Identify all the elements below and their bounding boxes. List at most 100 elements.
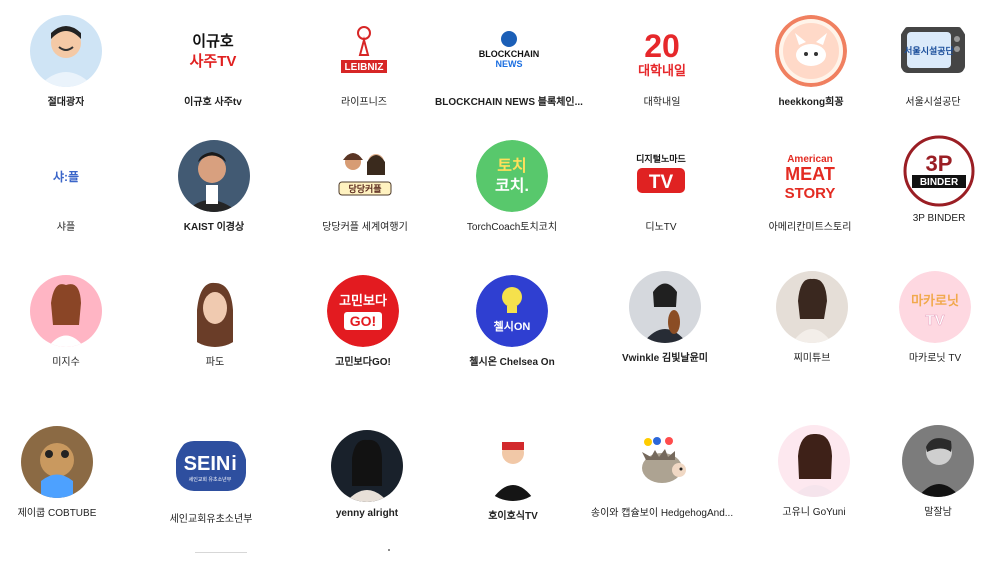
channel-avatar[interactable] [21, 426, 93, 498]
channel-avatar[interactable] [626, 426, 698, 498]
dot-mark [388, 549, 390, 551]
channel-avatar[interactable] [331, 430, 403, 502]
channel-card[interactable]: 첼시ON 첼시온 Chelsea On [437, 275, 587, 368]
channel-avatar[interactable]: 고민보다 GO! [327, 275, 399, 347]
channel-name[interactable]: yenny alright [336, 508, 398, 519]
channel-card[interactable]: 서울시설공단 서울시설공단 [858, 15, 1000, 108]
channel-name[interactable]: 제이쿱 COBTUBE [18, 504, 97, 519]
svg-text:마카로닛: 마카로닛 [911, 293, 959, 308]
logo-icon: 고민보다 GO! [327, 275, 399, 347]
svg-text:코치.: 코치. [495, 177, 529, 195]
channel-name[interactable]: 미지수 [52, 353, 80, 368]
channel-card[interactable]: 토치 코치. TorchCoach토치코치 [437, 140, 587, 233]
channel-name[interactable]: 찌미튜브 [794, 349, 831, 364]
channel-avatar[interactable] [776, 271, 848, 343]
channel-avatar[interactable]: 첼시ON [476, 275, 548, 347]
channel-avatar[interactable]: 당당커플 [329, 140, 401, 212]
channel-name[interactable]: TorchCoach토치코치 [467, 218, 557, 233]
channel-avatar[interactable] [629, 271, 701, 343]
channel-card[interactable]: 말잘남 [863, 425, 1000, 518]
channel-card[interactable]: 샤:플 샤플 [0, 140, 141, 233]
channel-name[interactable]: BLOCKCHAIN NEWS 블록체인... [435, 93, 583, 108]
channel-card[interactable]: 당당커플 당당커플 세계여행기 [290, 140, 440, 233]
channel-name[interactable]: 호이호식TV [488, 507, 538, 522]
channel-avatar[interactable]: 토치 코치. [476, 140, 548, 212]
channel-avatar[interactable]: 디지털노마드 TV [625, 140, 697, 212]
channel-card[interactable]: 파도 [140, 275, 290, 368]
channel-name[interactable]: KAIST 이경상 [184, 218, 244, 233]
channel-card[interactable]: BLOCKCHAIN NEWS BLOCKCHAIN NEWS 블록체인... [434, 15, 584, 108]
channel-avatar[interactable]: American MEAT STORY [774, 140, 846, 212]
svg-text:GO!: GO! [350, 313, 376, 329]
channel-name[interactable]: 3P BINDER [913, 213, 966, 224]
svg-text:STORY: STORY [785, 185, 836, 202]
channel-name[interactable]: 대학내일 [644, 93, 681, 108]
channel-name[interactable]: 말잘남 [924, 503, 952, 518]
person-icon [629, 271, 701, 343]
channel-card[interactable]: 디지털노마드 TV 디노TV [586, 140, 736, 233]
person-icon [30, 275, 102, 347]
channel-avatar[interactable] [775, 15, 847, 87]
channel-name[interactable]: 아메리칸미트스토리 [769, 218, 852, 233]
channel-avatar[interactable]: 20 대학내일 [626, 15, 698, 87]
channel-avatar[interactable] [179, 275, 251, 347]
channel-avatar[interactable] [30, 15, 102, 87]
hedgehog-icon [626, 426, 698, 498]
channel-name[interactable]: 디노TV [645, 218, 676, 233]
channel-card[interactable]: 20 대학내일 대학내일 [587, 15, 737, 108]
channel-avatar[interactable]: LEIBNIZ [328, 15, 400, 87]
channel-card[interactable]: 미지수 [0, 275, 141, 368]
channel-card[interactable]: 절대광자 [0, 15, 141, 108]
channel-avatar[interactable]: 3P BINDER [903, 135, 975, 207]
svg-text:BINDER: BINDER [920, 177, 959, 188]
channel-name[interactable]: 당당커플 세계여행기 [322, 218, 408, 233]
channel-card[interactable]: Vwinkle 김빛날윤미 [590, 271, 740, 364]
channel-card[interactable]: American MEAT STORY 아메리칸미트스토리 [735, 140, 885, 233]
channel-name[interactable]: 송이와 캡슐보이 HedgehogAnd... [591, 504, 733, 519]
channel-card[interactable]: 마카로닛 TV 마카로닛 TV [860, 271, 1000, 364]
channel-card[interactable]: 3P BINDER 3P BINDER [864, 135, 1000, 224]
svg-text:대학내일: 대학내일 [638, 63, 686, 78]
channel-card[interactable]: KAIST 이경상 [139, 140, 289, 233]
person-icon [21, 426, 93, 498]
channel-name[interactable]: 라이프니즈 [341, 93, 387, 108]
channel-avatar[interactable]: SEIN i 세인교회 유초소년부 [175, 432, 247, 504]
channel-name[interactable]: 첼시온 Chelsea On [469, 353, 554, 368]
channel-card[interactable]: 이규호 사주TV 이규호 사주tv [138, 15, 288, 108]
person-icon: 호이호식 [477, 429, 549, 501]
channel-avatar[interactable]: 샤:플 [30, 140, 102, 212]
channel-name[interactable]: 마카로닛 TV [909, 349, 961, 364]
person-icon [902, 425, 974, 497]
channel-name[interactable]: 고유니 GoYuni [782, 503, 845, 518]
channel-name[interactable]: 세인교회유초소년부 [170, 510, 253, 525]
channel-avatar[interactable]: 마카로닛 TV [899, 271, 971, 343]
channel-card[interactable]: 호이호식 호이호식TV [438, 429, 588, 522]
channel-avatar[interactable] [178, 140, 250, 212]
logo-icon: 3P BINDER [903, 135, 975, 207]
channel-card[interactable]: LEIBNIZ 라이프니즈 [289, 15, 439, 108]
channel-card[interactable]: SEIN i 세인교회 유초소년부 세인교회유초소년부 [136, 432, 286, 525]
svg-text:20: 20 [644, 28, 680, 64]
channel-name[interactable]: heekkong희꽁 [778, 93, 843, 108]
logo-icon: 첼시ON [476, 275, 548, 347]
channel-name[interactable]: 서울시설공단 [905, 93, 960, 108]
channel-card[interactable]: 송이와 캡슐보이 HedgehogAnd... [587, 426, 737, 519]
channel-avatar[interactable]: 이규호 사주TV [177, 15, 249, 87]
channel-avatar[interactable]: 서울시설공단 [897, 15, 969, 87]
channel-name[interactable]: 절대광자 [48, 93, 85, 108]
channel-avatar[interactable]: BLOCKCHAIN NEWS [473, 15, 545, 87]
channel-name[interactable]: 샤플 [57, 218, 75, 233]
channel-card[interactable]: yenny alright [292, 430, 442, 519]
channel-avatar[interactable] [778, 425, 850, 497]
channel-card[interactable]: 고민보다 GO! 고민보다GO! [288, 275, 438, 368]
channel-name[interactable]: Vwinkle 김빛날윤미 [622, 349, 708, 364]
channel-avatar[interactable] [30, 275, 102, 347]
channel-card[interactable]: 제이쿱 COBTUBE [0, 426, 132, 519]
svg-text:SEIN: SEIN [184, 453, 231, 475]
channel-name[interactable]: 이규호 사주tv [184, 93, 242, 108]
channel-name[interactable]: 파도 [206, 353, 224, 368]
svg-text:디지털노마드: 디지털노마드 [636, 153, 686, 164]
channel-avatar[interactable]: 호이호식 [477, 429, 549, 501]
channel-name[interactable]: 고민보다GO! [335, 353, 391, 368]
channel-avatar[interactable] [902, 425, 974, 497]
